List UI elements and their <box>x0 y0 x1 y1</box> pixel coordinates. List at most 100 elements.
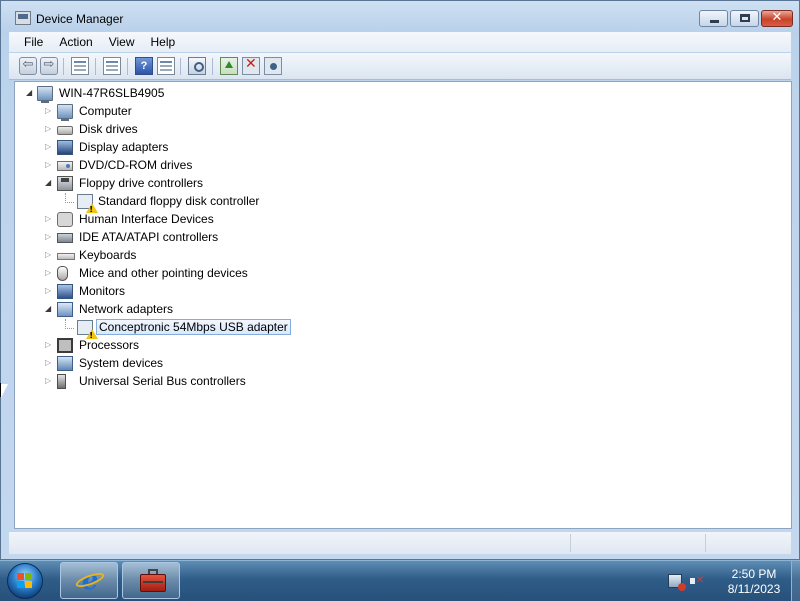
start-button[interactable] <box>7 563 43 599</box>
show-desktop-button[interactable] <box>791 561 800 601</box>
tree-category[interactable]: ▷ Disk drives <box>15 121 791 139</box>
tree-root[interactable]: ◢ WIN-47R6SLB4905 <box>15 85 791 103</box>
disable-button[interactable] <box>264 57 282 75</box>
expand-arrow-icon[interactable]: ▷ <box>45 358 53 367</box>
device-tree: ◢ WIN-47R6SLB4905 ▷ Computer ▷ Disk drives ▷… <box>15 85 791 391</box>
tree-category[interactable]: ▷ Computer <box>15 103 791 121</box>
ide-controller-icon <box>57 233 73 243</box>
selected-device-label: Conceptronic 54Mbps USB adapter <box>96 319 291 335</box>
forward-button[interactable]: ⇨ <box>40 56 58 75</box>
collapse-arrow-icon[interactable]: ◢ <box>45 304 53 313</box>
tree-connector <box>65 193 74 203</box>
tree-category[interactable]: ▷ DVD/CD-ROM drives <box>15 157 791 175</box>
tree-category-label: Monitors <box>79 284 126 298</box>
tree-category[interactable]: ◢ Network adapters <box>15 301 791 319</box>
close-button[interactable]: ✕ <box>761 10 793 27</box>
tree-device[interactable]: ! Standard floppy disk controller <box>15 193 791 214</box>
taskbar-device-manager-button[interactable] <box>122 562 180 599</box>
title-bar[interactable]: Device Manager ✕ <box>1 1 799 33</box>
taskbar-clock[interactable]: 2:50 PM 8/11/2023 <box>714 567 794 597</box>
tree-category-label: DVD/CD-ROM drives <box>79 158 193 172</box>
monitor-icon <box>57 284 73 299</box>
system-devices-icon <box>57 356 73 371</box>
disk-drive-icon <box>57 126 73 135</box>
expand-arrow-icon[interactable]: ▷ <box>45 142 53 151</box>
minimize-button[interactable] <box>699 10 728 27</box>
expand-arrow-icon[interactable]: ▷ <box>45 160 53 169</box>
device-manager-app-icon[interactable] <box>15 11 31 25</box>
tree-category-label: Computer <box>79 104 132 118</box>
device-warning-icon: ! <box>77 194 98 214</box>
scan-for-hardware-changes-button[interactable] <box>188 57 206 75</box>
toolbox-icon <box>140 569 166 592</box>
expand-arrow-icon[interactable]: ▷ <box>45 106 53 115</box>
tree-category[interactable]: ▷ System devices <box>15 355 791 373</box>
tree-category-label: Universal Serial Bus controllers <box>79 374 246 388</box>
tree-category[interactable]: ▷ Processors <box>15 337 791 355</box>
windows-logo-icon <box>17 573 33 589</box>
tree-category[interactable]: ▷ Universal Serial Bus controllers <box>15 373 791 391</box>
status-divider <box>705 534 706 552</box>
maximize-button[interactable] <box>730 10 759 27</box>
menu-view[interactable]: View <box>101 35 143 49</box>
properties-button[interactable] <box>103 57 121 75</box>
menu-bar: File Action View Help <box>9 32 791 52</box>
taskbar-internet-explorer-button[interactable]: e <box>60 562 118 599</box>
display-adapter-icon <box>57 140 73 155</box>
tree-category[interactable]: ▷ Human Interface Devices <box>15 211 791 229</box>
toolbar-separator <box>212 58 213 75</box>
tree-category[interactable]: ▷ IDE ATA/ATAPI controllers <box>15 229 791 247</box>
keyboard-icon <box>57 253 75 260</box>
forward-arrow-icon: ⇨ <box>43 56 55 71</box>
network-warning-tray-icon[interactable] <box>668 574 686 591</box>
device-warning-icon: ! <box>77 320 98 340</box>
maximize-icon <box>740 14 750 22</box>
tree-category[interactable]: ▷ Monitors <box>15 283 791 301</box>
tree-device[interactable]: ! Conceptronic 54Mbps USB adapter <box>15 319 791 340</box>
menu-file[interactable]: File <box>9 35 51 49</box>
tree-category-label: Display adapters <box>79 140 169 154</box>
window-title: Device Manager <box>36 12 124 26</box>
expand-arrow-icon[interactable]: ▷ <box>45 232 53 241</box>
device-manager-window: Device Manager ✕ File Action View Help ⇦… <box>0 0 800 560</box>
back-button[interactable]: ⇦ <box>19 56 37 75</box>
tree-category[interactable]: ▷ Display adapters <box>15 139 791 157</box>
tree-connector <box>65 319 74 329</box>
expand-arrow-icon[interactable]: ▷ <box>45 286 53 295</box>
menu-help[interactable]: Help <box>143 35 184 49</box>
update-driver-button[interactable] <box>220 57 238 75</box>
help-button[interactable]: ? <box>135 57 153 75</box>
collapse-arrow-icon[interactable]: ◢ <box>26 88 34 97</box>
tree-category-label: Mice and other pointing devices <box>79 266 248 280</box>
back-arrow-icon: ⇦ <box>22 56 34 71</box>
expand-arrow-icon[interactable]: ▷ <box>45 340 53 349</box>
floppy-controller-icon <box>57 176 73 191</box>
network-adapter-icon <box>57 302 73 317</box>
clock-date: 8/11/2023 <box>727 582 781 596</box>
collapse-arrow-icon[interactable]: ◢ <box>45 178 53 187</box>
tree-category[interactable]: ◢ Floppy drive controllers <box>15 175 791 193</box>
tree-category-label: IDE ATA/ATAPI controllers <box>79 230 219 244</box>
tree-category-label: Disk drives <box>79 122 138 136</box>
show-hide-console-tree-button[interactable] <box>71 57 89 75</box>
uninstall-button[interactable]: ✕ <box>242 56 260 75</box>
expand-arrow-icon[interactable]: ▷ <box>45 376 53 385</box>
tree-category-label: Keyboards <box>79 248 137 262</box>
tree-category-label: Human Interface Devices <box>79 212 214 226</box>
clock-time: 2:50 PM <box>731 567 777 581</box>
expand-arrow-icon[interactable]: ▷ <box>45 124 53 133</box>
sound-muted-tray-icon[interactable] <box>690 574 704 588</box>
show-action-pane-button[interactable] <box>157 57 175 75</box>
device-tree-pane[interactable]: ◢ WIN-47R6SLB4905 ▷ Computer ▷ Disk drives ▷… <box>14 81 792 529</box>
toolbar-separator <box>63 58 64 75</box>
tree-category[interactable]: ▷ Keyboards <box>15 247 791 265</box>
tree-category[interactable]: ▷ Mice and other pointing devices <box>15 265 791 283</box>
uninstall-x-icon: ✕ <box>245 56 257 72</box>
expand-arrow-icon[interactable]: ▷ <box>45 250 53 259</box>
expand-arrow-icon[interactable]: ▷ <box>45 214 53 223</box>
device-label: Standard floppy disk controller <box>98 194 260 208</box>
expand-arrow-icon[interactable]: ▷ <box>45 268 53 277</box>
tree-root-label: WIN-47R6SLB4905 <box>59 86 165 100</box>
menu-action[interactable]: Action <box>51 35 100 49</box>
tree-category-label: System devices <box>79 356 164 370</box>
